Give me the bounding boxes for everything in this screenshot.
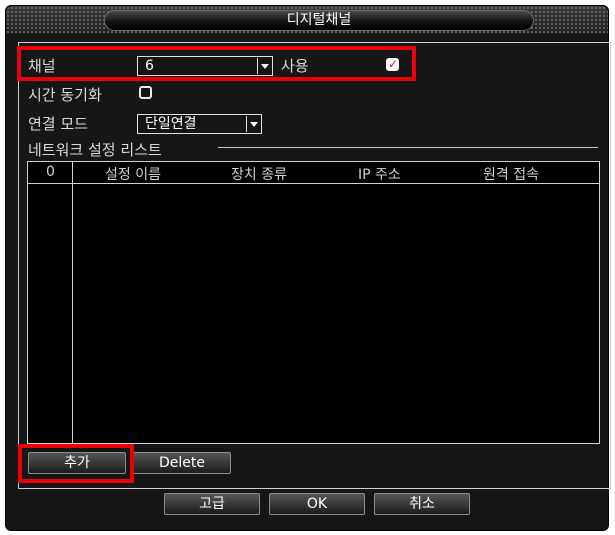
channel-label: 채널	[28, 57, 56, 75]
channel-select[interactable]: 6	[137, 56, 273, 76]
channel-select-value: 6	[145, 58, 154, 74]
column-header-remote-access: 원격 접속	[483, 167, 539, 183]
column-header-index: 0	[46, 164, 55, 180]
column-header-config-name: 설정 이름	[105, 167, 161, 183]
ok-button[interactable]: OK	[269, 493, 365, 515]
time-sync-label: 시간 동기화	[28, 86, 102, 104]
connect-mode-select[interactable]: 단일연결	[137, 114, 262, 134]
chevron-down-icon[interactable]	[257, 58, 271, 74]
column-divider	[72, 162, 73, 443]
connect-mode-label: 연결 모드	[28, 115, 88, 133]
title-bar: 디지털채널	[6, 6, 608, 34]
section-divider	[218, 147, 598, 148]
window-title: 디지털채널	[104, 10, 534, 31]
cancel-button[interactable]: 취소	[374, 493, 470, 515]
column-header-ip-address: IP 주소	[358, 167, 401, 183]
advanced-button[interactable]: 고급	[164, 493, 260, 515]
enable-checkbox[interactable]: ✓	[386, 58, 399, 71]
table-header: 0 설정 이름 장치 종류 IP 주소 원격 접속	[28, 162, 599, 184]
enable-label: 사용	[281, 57, 309, 75]
network-list-table[interactable]: 0 설정 이름 장치 종류 IP 주소 원격 접속	[27, 161, 600, 444]
column-header-device-type: 장치 종류	[231, 167, 287, 183]
add-button[interactable]: 추가	[28, 452, 126, 474]
network-list-label: 네트워크 설정 리스트	[28, 141, 162, 159]
chevron-down-icon[interactable]	[246, 116, 260, 132]
time-sync-checkbox[interactable]	[139, 86, 152, 99]
delete-button[interactable]: Delete	[133, 452, 231, 474]
connect-mode-value: 단일연결	[145, 116, 197, 132]
checkmark-icon: ✓	[388, 57, 399, 71]
